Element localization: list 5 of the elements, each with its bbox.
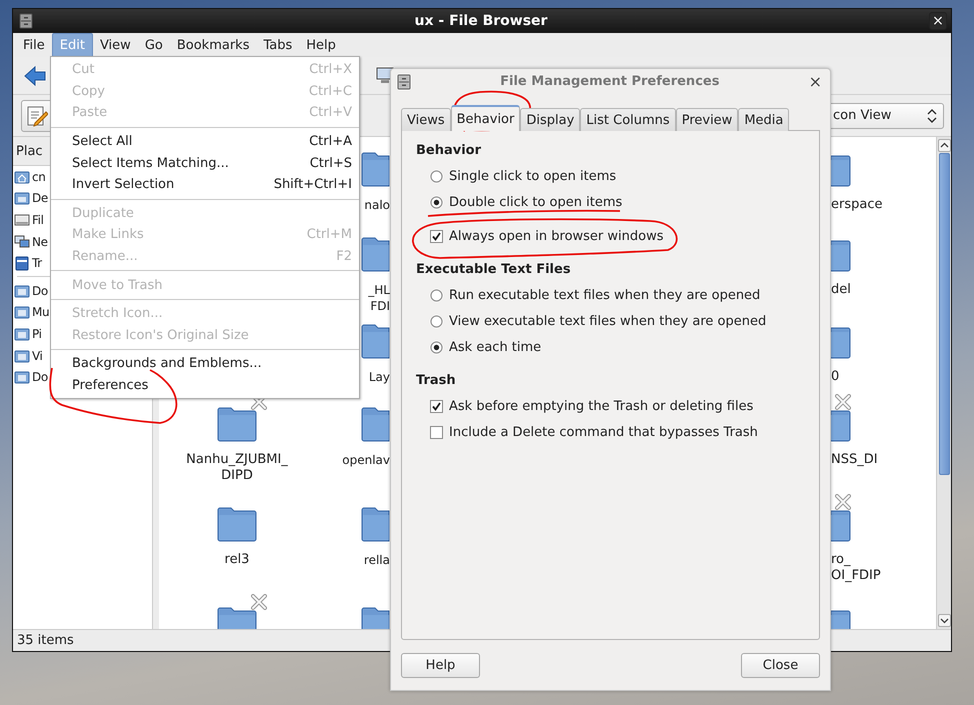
dialog-title: File Management Preferences (499, 74, 720, 89)
section-heading: Trash (416, 373, 457, 389)
section-heading: Executable Text Files (416, 262, 572, 278)
window-title: ux - File Browser (414, 13, 548, 29)
section-heading: Behavior (416, 143, 482, 159)
